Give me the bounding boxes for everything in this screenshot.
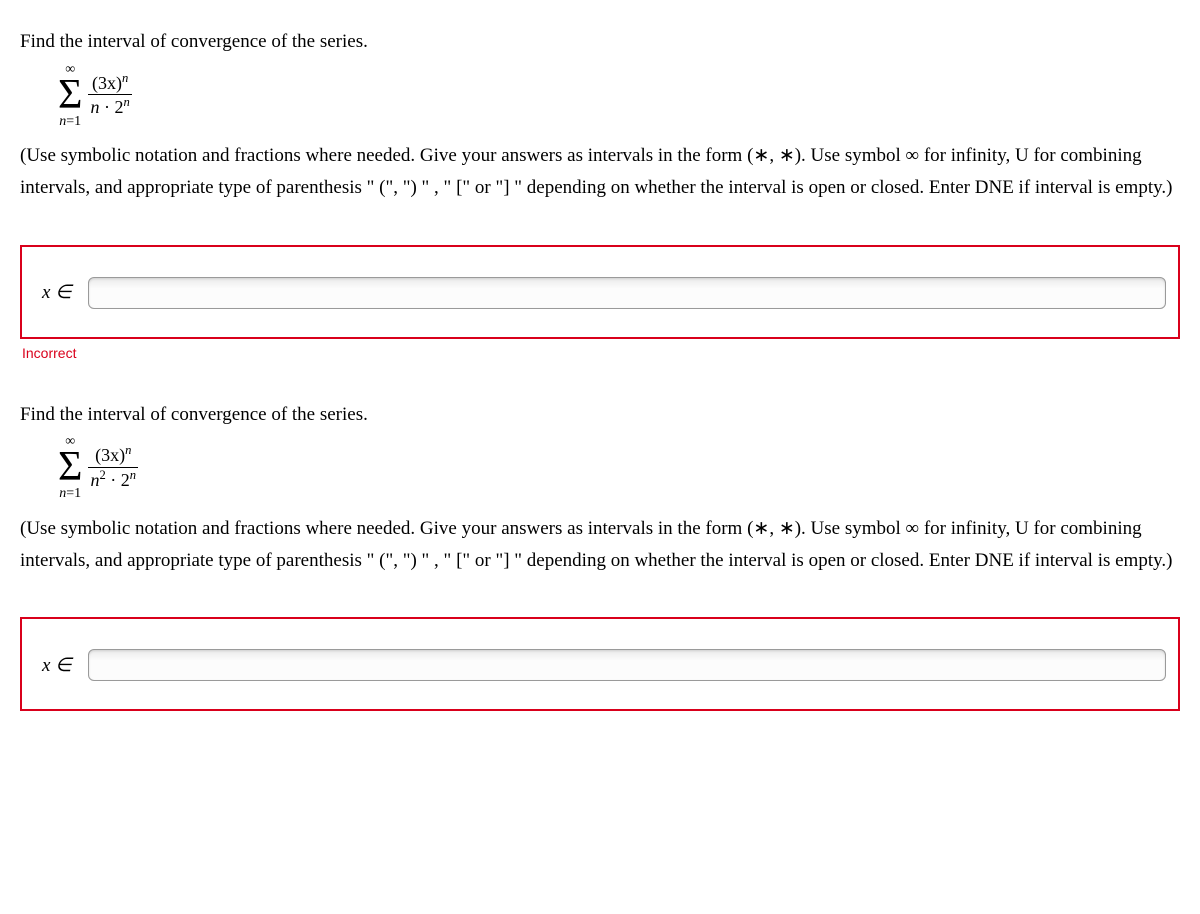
question2-formula: ∞ Σ n=1 (3x)n n2 · 2n [58,444,1180,491]
answer-label: x ∈ [42,654,72,677]
question1-instructions: (Use symbolic notation and fractions whe… [20,140,1180,205]
question1-prompt: Find the interval of convergence of the … [20,28,1180,57]
question1-answer-input[interactable] [88,277,1166,309]
fraction: (3x)n n2 · 2n [88,444,138,491]
question2-answer-input[interactable] [88,649,1166,681]
fraction: (3x)n n · 2n [88,72,131,119]
question2-prompt: Find the interval of convergence of the … [20,401,1180,430]
question2-instructions: (Use symbolic notation and fractions whe… [20,513,1180,578]
question2-answer-box: x ∈ [20,617,1180,711]
sigma-symbol: Σ [58,446,82,488]
question1-formula: ∞ Σ n=1 (3x)n n · 2n [58,72,1180,119]
question1-answer-box: x ∈ [20,245,1180,339]
sigma-symbol: Σ [58,74,82,116]
sigma-lower-limit: n=1 [59,486,81,502]
answer-label: x ∈ [42,281,72,304]
question1-feedback: Incorrect [22,345,1180,361]
sigma-lower-limit: n=1 [59,114,81,130]
